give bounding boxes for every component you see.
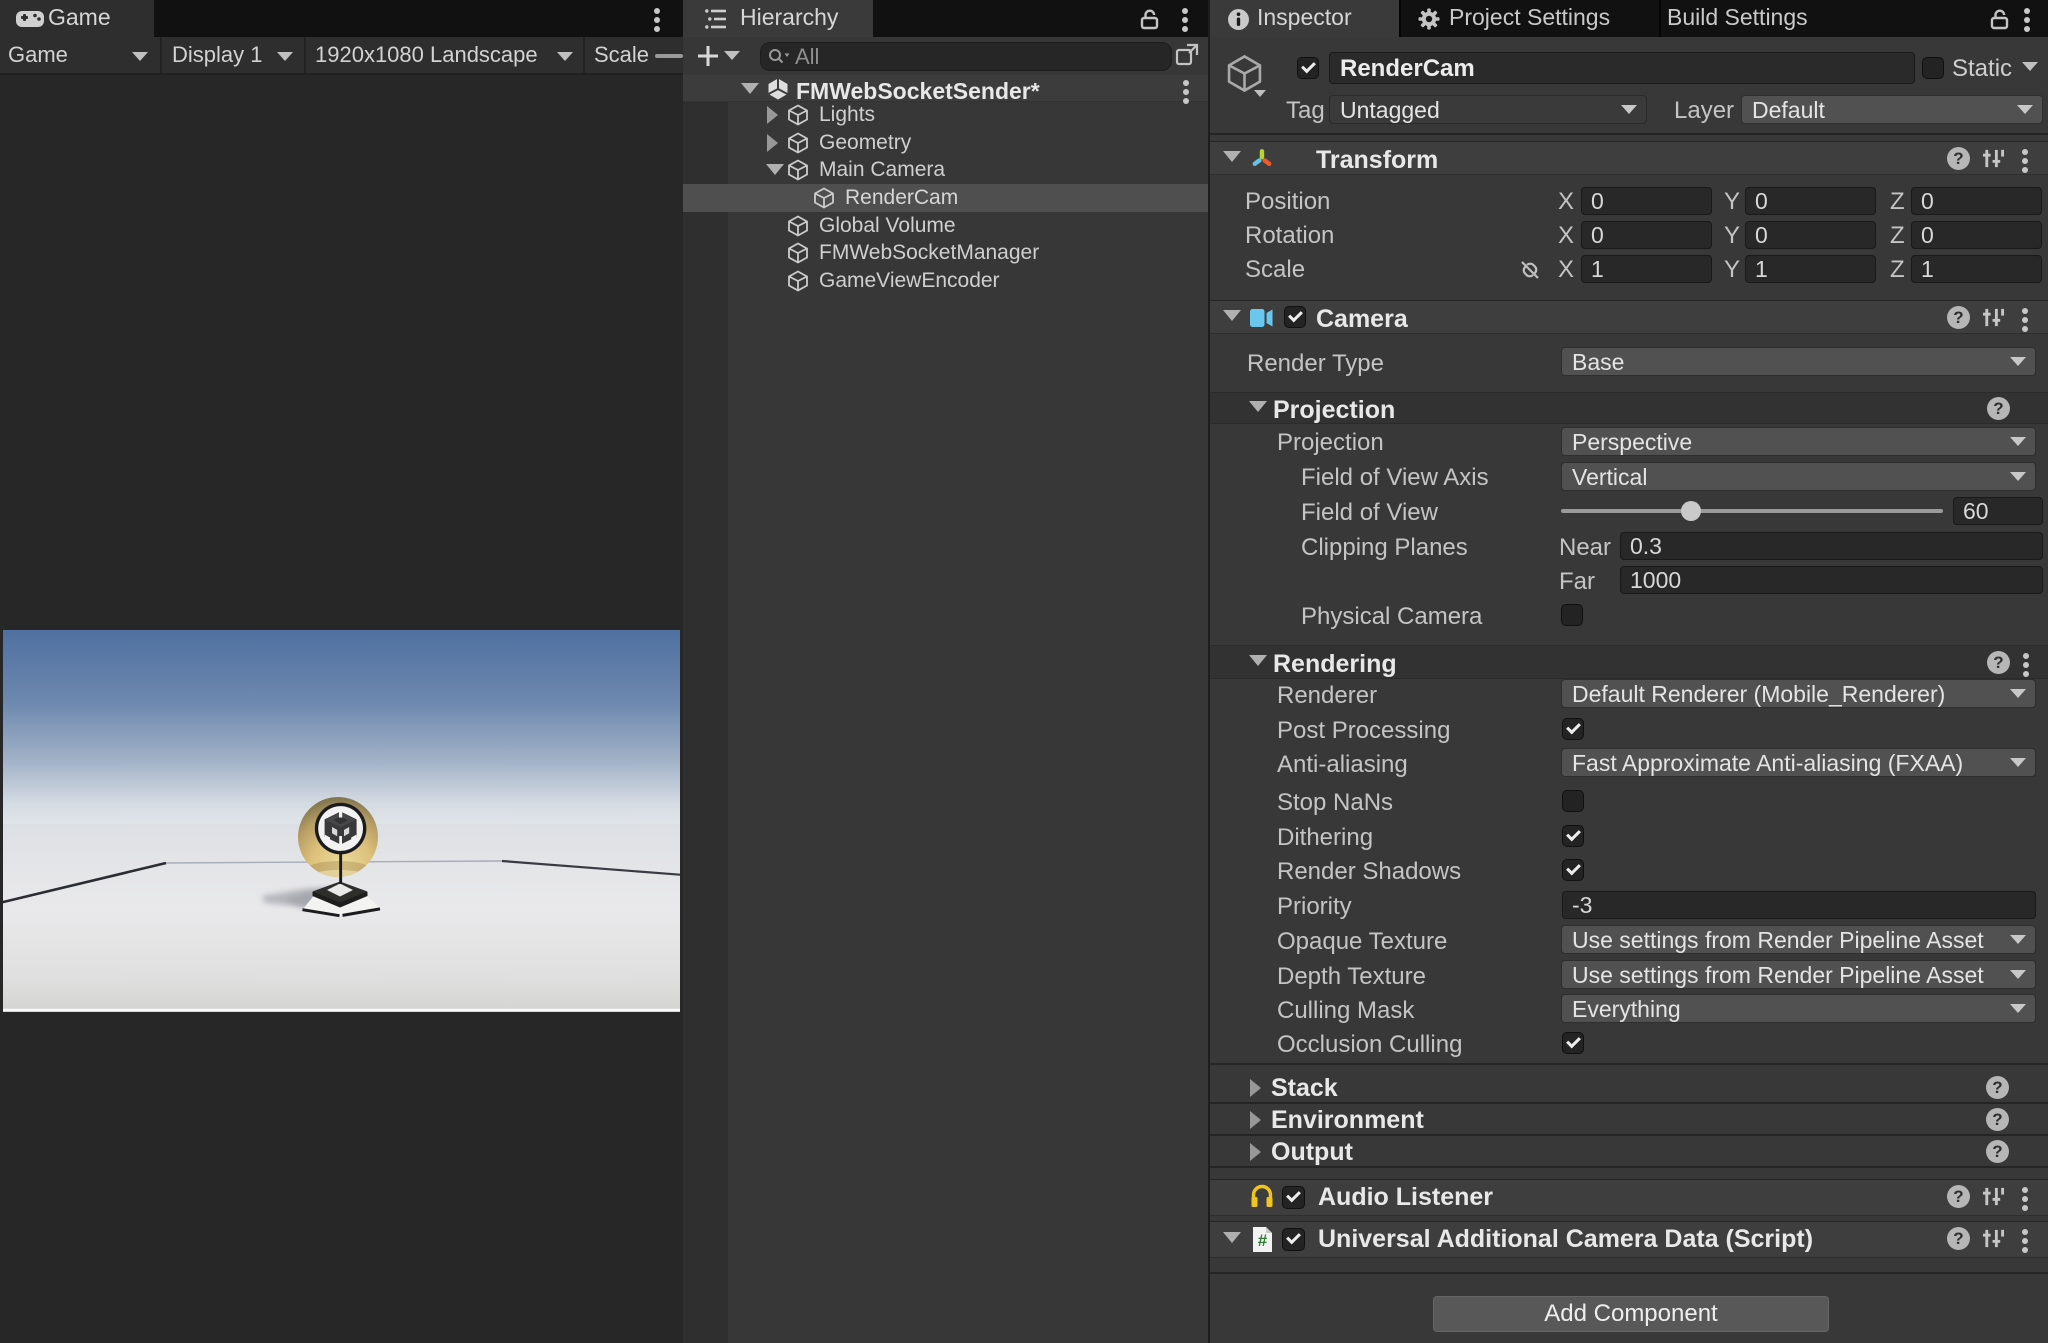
svg-text:#: # xyxy=(1258,1231,1268,1250)
